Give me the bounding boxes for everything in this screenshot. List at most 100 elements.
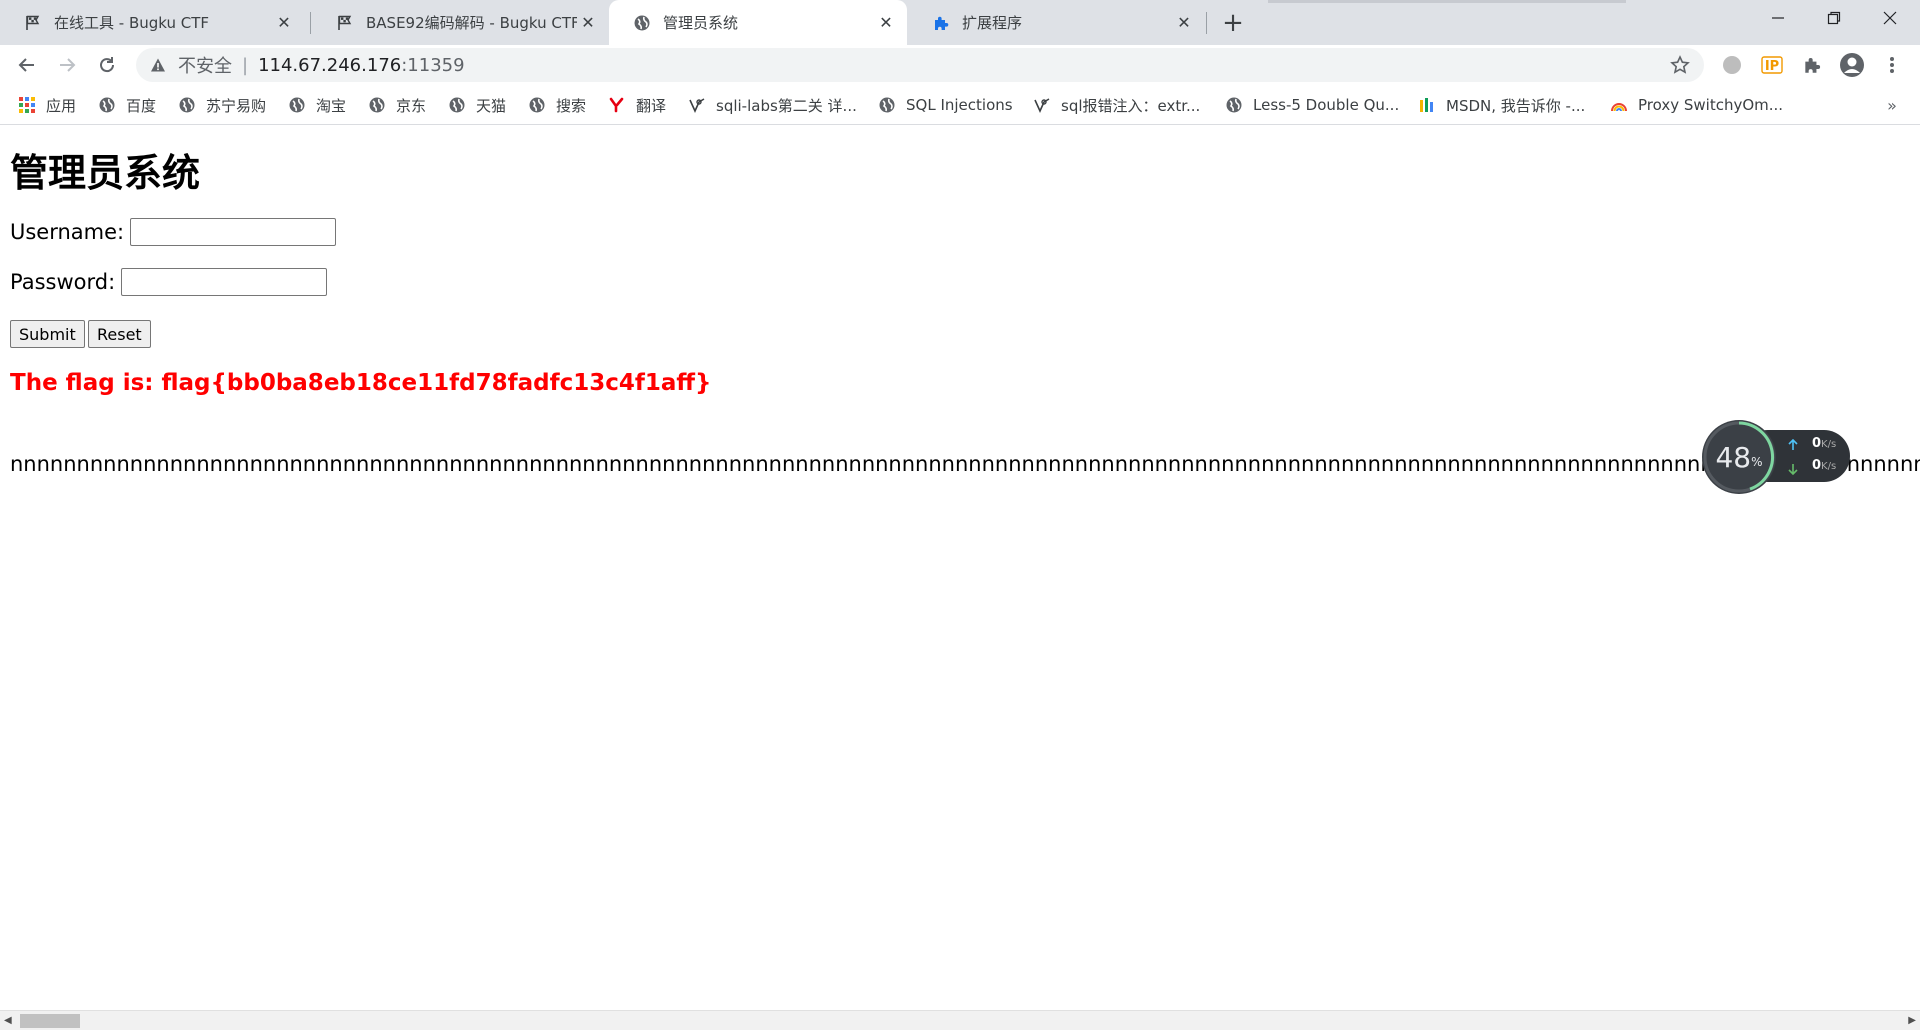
close-tab-button[interactable]: ✕	[1173, 12, 1195, 34]
address-bar[interactable]: 不安全 | 114.67.246.176 :11359	[136, 48, 1704, 82]
tab-extensions[interactable]: 扩展程序 ✕	[908, 0, 1205, 45]
minimize-icon	[1772, 17, 1784, 19]
double-chevron-icon: »	[1887, 95, 1897, 115]
forward-button[interactable]	[51, 49, 83, 81]
horizontal-scrollbar[interactable]: ◀ ▶	[0, 1010, 1920, 1030]
bookmark-apps[interactable]: 应用	[18, 93, 76, 117]
bookmark-tmall[interactable]: 天猫	[448, 93, 506, 117]
browser-window: 在线工具 - Bugku CTF ✕ BASE92编码解码 - Bugku CT…	[0, 0, 1920, 1030]
minimize-button[interactable]	[1750, 0, 1806, 36]
youdao-icon	[608, 96, 626, 114]
bookmark-label: 淘宝	[316, 96, 347, 115]
bookmark-label: 翻译	[636, 96, 667, 115]
reset-button[interactable]: Reset	[88, 320, 151, 348]
reload-button[interactable]	[91, 49, 123, 81]
tab-strip: 在线工具 - Bugku CTF ✕ BASE92编码解码 - Bugku CT…	[0, 0, 1920, 45]
tab-base92[interactable]: BASE92编码解码 - Bugku CTF ✕	[312, 0, 609, 45]
chrome-menu-button[interactable]	[1878, 51, 1906, 79]
scrollbar-thumb[interactable]	[20, 1014, 80, 1028]
bookmark-sqli-labs[interactable]: sqli-labs第二关 详...	[688, 93, 857, 117]
upload-speed: 0K/s	[1812, 436, 1836, 451]
bookmark-search[interactable]: 搜索	[528, 93, 586, 117]
password-row: Password:	[10, 268, 328, 296]
new-tab-button[interactable]: +	[1218, 8, 1248, 38]
bookmark-translate[interactable]: 翻译	[608, 93, 666, 117]
gauge-value: 48	[1715, 440, 1752, 474]
bookmark-taobao[interactable]: 淘宝	[288, 93, 346, 117]
upload-speed-value: 0	[1812, 436, 1822, 451]
bookmark-label: SQL Injections	[906, 96, 1013, 114]
security-divider: |	[242, 54, 249, 76]
arrow-right-icon	[60, 58, 76, 72]
warning-icon[interactable]	[150, 56, 168, 74]
close-tab-button[interactable]: ✕	[875, 12, 897, 34]
restore-button[interactable]	[1806, 0, 1862, 36]
bookmark-proxy-switchyomega[interactable]: Proxy SwitchyOm...	[1610, 93, 1783, 117]
svg-text:IP: IP	[1765, 59, 1779, 74]
bookmark-sql-error-injection[interactable]: sql报错注入：extr...	[1033, 93, 1200, 117]
extensions-menu-button[interactable]	[1798, 51, 1826, 79]
bookmark-suning[interactable]: 苏宁易购	[178, 93, 266, 117]
globe-icon	[528, 96, 546, 114]
bookmark-sql-injections[interactable]: SQL Injections	[878, 93, 1013, 117]
bookmark-label: MSDN, 我告诉你 -...	[1446, 96, 1586, 115]
bookmark-label: sqli-labs第二关 详...	[716, 96, 857, 115]
username-row: Username:	[10, 218, 337, 246]
arrow-left-icon	[18, 58, 34, 72]
bookmark-msdn[interactable]: MSDN, 我告诉你 -...	[1418, 93, 1585, 117]
bookmark-baidu[interactable]: 百度	[98, 93, 156, 117]
scroll-left-icon[interactable]: ◀	[4, 1015, 12, 1026]
extension-gray-circle-button[interactable]	[1718, 51, 1746, 79]
flag-message: The flag is: flag{bb0ba8eb18ce11fd78fadf…	[10, 370, 712, 396]
arrow-down-icon	[1788, 460, 1798, 479]
globe-icon	[288, 96, 306, 114]
close-tab-button[interactable]: ✕	[577, 12, 599, 34]
avatar-icon	[1840, 53, 1864, 77]
close-icon: ✕	[879, 13, 893, 32]
bookmark-less5[interactable]: Less-5 Double Qu...	[1225, 93, 1399, 117]
bookmark-label: sql报错注入：extr...	[1061, 96, 1201, 115]
tab-admin-system[interactable]: 管理员系统 ✕	[609, 0, 907, 45]
sqli-icon	[1033, 96, 1051, 114]
network-speed-widget[interactable]: 0K/s 0K/s 48 %	[1702, 420, 1852, 494]
tab-strip-drag-area[interactable]	[1268, 0, 1626, 3]
url-host[interactable]: 114.67.246.176	[258, 55, 401, 76]
restore-icon	[1827, 11, 1841, 25]
close-icon: ✕	[277, 13, 291, 32]
security-label[interactable]: 不安全	[178, 52, 232, 78]
tab-bugku-tools[interactable]: 在线工具 - Bugku CTF ✕	[0, 0, 305, 45]
globe-icon	[178, 96, 196, 114]
extension-ip-button[interactable]: IP	[1758, 51, 1786, 79]
globe-icon	[98, 96, 116, 114]
sqli-icon	[688, 96, 706, 114]
window-close-button[interactable]	[1862, 0, 1918, 36]
globe-icon	[368, 96, 386, 114]
submit-button[interactable]: Submit	[10, 320, 85, 348]
bookmark-label: 京东	[396, 96, 427, 115]
upload-speed-unit: K/s	[1821, 439, 1837, 450]
bookmark-jd[interactable]: 京东	[368, 93, 426, 117]
reload-icon	[100, 57, 115, 73]
msdn-icon	[1418, 96, 1436, 114]
star-icon[interactable]	[1670, 55, 1690, 75]
tab-separator	[1206, 12, 1207, 34]
password-input[interactable]	[121, 268, 328, 296]
bookmarks-overflow-button[interactable]: »	[1880, 93, 1904, 117]
globe-icon	[633, 14, 651, 32]
profile-button[interactable]	[1838, 51, 1866, 79]
puzzle-icon	[1805, 58, 1821, 73]
kebab-menu-icon	[1890, 57, 1894, 73]
page-content: 管理员系统 Username: Password: Submit Reset T…	[0, 126, 1920, 1010]
url-port[interactable]: :11359	[401, 55, 464, 76]
plus-icon: +	[1222, 8, 1244, 38]
tab-separator	[310, 12, 311, 34]
flag-icon	[24, 14, 42, 32]
username-input[interactable]	[130, 218, 337, 246]
close-tab-button[interactable]: ✕	[273, 12, 295, 34]
back-button[interactable]	[11, 49, 43, 81]
gauge-unit: %	[1751, 455, 1763, 469]
toolbar: 不安全 | 114.67.246.176 :11359 IP	[0, 45, 1920, 85]
scroll-right-icon[interactable]: ▶	[1908, 1015, 1916, 1026]
bookmark-label: 天猫	[476, 96, 507, 115]
bookmark-label: Proxy SwitchyOm...	[1638, 96, 1784, 114]
